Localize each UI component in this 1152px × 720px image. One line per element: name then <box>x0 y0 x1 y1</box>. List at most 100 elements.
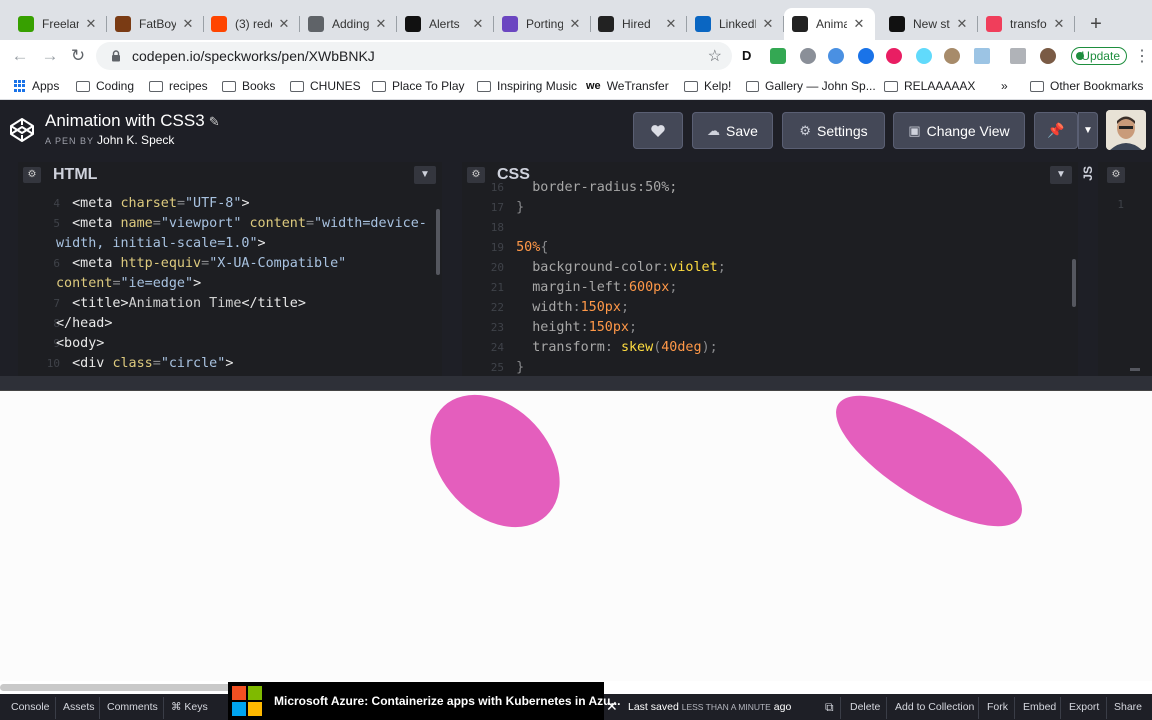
browser-menu-icon[interactable]: ⋮ <box>1134 46 1150 66</box>
update-button[interactable]: Update <box>1071 47 1127 65</box>
html-panel-dropdown[interactable]: ▼ <box>414 166 436 184</box>
bookmark-item[interactable]: RELAAAAAX <box>884 78 975 94</box>
result-preview[interactable] <box>0 391 1152 681</box>
html-settings-icon[interactable]: ⚙ <box>23 167 41 183</box>
close-tab-icon[interactable]: ✕ <box>851 16 867 32</box>
browser-tab[interactable]: LinkedIn ✕ <box>687 8 784 40</box>
back-icon[interactable]: ← <box>8 44 32 68</box>
bookmark-item[interactable]: Place To Play <box>372 78 465 94</box>
close-tab-icon[interactable]: ✕ <box>954 16 970 32</box>
reload-icon[interactable]: ↻ <box>66 44 90 68</box>
code-line[interactable]: width:150px; <box>500 298 629 318</box>
close-ad-icon[interactable]: ✕ <box>606 698 618 715</box>
settings-button[interactable]: ⚙ Settings <box>782 112 885 149</box>
code-line[interactable]: content="ie=edge"> <box>56 274 201 294</box>
bookmark-item[interactable]: Gallery — John Sp... <box>746 78 876 94</box>
bookmark-item[interactable]: Kelp! <box>684 78 731 94</box>
delete-button[interactable]: Delete <box>850 699 880 716</box>
bookmark-star-icon[interactable]: ☆ <box>708 46 722 66</box>
save-button[interactable]: ☁ Save <box>692 112 773 149</box>
editor-resize-bar[interactable] <box>0 376 1152 391</box>
codepen-logo-icon[interactable] <box>8 116 36 144</box>
browser-tab[interactable]: Animati ✕ <box>784 8 875 40</box>
bookmark-item[interactable]: Other Bookmarks <box>1030 78 1143 94</box>
code-line[interactable]: <meta http-equiv="X-UA-Compatible" <box>56 254 346 274</box>
bookmark-item[interactable]: Apps <box>14 78 59 94</box>
export-button[interactable]: Export <box>1069 699 1099 716</box>
css-scrollbar[interactable] <box>1072 259 1076 307</box>
profile-avatar[interactable] <box>1040 48 1056 64</box>
bookmark-item[interactable]: » <box>1001 78 1008 94</box>
close-tab-icon[interactable]: ✕ <box>1051 16 1067 32</box>
console-button[interactable]: Console <box>11 699 50 716</box>
code-line[interactable]: transform: skew(40deg); <box>500 338 717 358</box>
browser-tab[interactable]: Hired ✕ <box>590 8 687 40</box>
code-line[interactable]: } <box>500 358 524 376</box>
change-view-button[interactable]: ▣ Change View <box>893 112 1025 149</box>
close-tab-icon[interactable]: ✕ <box>567 16 583 32</box>
bookmark-item[interactable]: we WeTransfer <box>586 78 669 94</box>
bookmark-item[interactable]: CHUNES <box>290 78 361 94</box>
browser-tab[interactable]: Freelanc ✕ <box>10 8 107 40</box>
code-line[interactable]: height:150px; <box>500 318 637 338</box>
browser-tab[interactable]: FatBoy ✕ <box>107 8 204 40</box>
address-bar[interactable]: codepen.io/speckworks/pen/XWbBNKJ ☆ <box>96 42 732 70</box>
js-resize-handle[interactable] <box>1130 368 1140 371</box>
edit-pencil-icon[interactable]: ✎ <box>209 114 220 129</box>
pin-dropdown-button[interactable]: ▼ <box>1078 112 1098 149</box>
close-tab-icon[interactable]: ✕ <box>276 16 292 32</box>
extension-icon[interactable] <box>974 48 990 64</box>
fork-button[interactable]: Fork <box>987 699 1008 716</box>
close-tab-icon[interactable]: ✕ <box>760 16 776 32</box>
close-tab-icon[interactable]: ✕ <box>83 16 99 32</box>
extension-icon[interactable] <box>944 48 960 64</box>
bookmark-item[interactable]: Inspiring Music <box>477 78 577 94</box>
code-line[interactable]: } <box>500 198 524 218</box>
close-tab-icon[interactable]: ✕ <box>663 16 679 32</box>
keys-button[interactable]: ⌘ Keys <box>171 699 208 716</box>
ad-text[interactable]: Microsoft Azure: Containerize apps with … <box>274 694 620 708</box>
js-collapsed-bar[interactable]: JS <box>1078 162 1098 376</box>
extension-icon[interactable] <box>800 48 816 64</box>
love-button[interactable] <box>633 112 683 149</box>
code-line[interactable]: <meta charset="UTF-8"> <box>56 194 249 214</box>
code-line[interactable]: </head> <box>56 314 112 334</box>
js-settings-icon[interactable]: ⚙ <box>1107 167 1125 183</box>
code-line[interactable]: <div class="circle"> <box>56 354 233 374</box>
browser-tab[interactable]: (3) redd ✕ <box>203 8 300 40</box>
code-line[interactable]: 50%{ <box>500 238 548 258</box>
dashlane-extension-icon[interactable]: D <box>742 48 758 64</box>
comments-button[interactable]: Comments <box>107 699 158 716</box>
browser-tab[interactable]: Adding ✕ <box>300 8 397 40</box>
react-devtools-icon[interactable] <box>916 48 932 64</box>
close-tab-icon[interactable]: ✕ <box>180 16 196 32</box>
html-scrollbar[interactable] <box>436 209 440 275</box>
code-line[interactable]: margin-left:600px; <box>500 278 677 298</box>
bookmark-item[interactable]: Books <box>222 78 275 94</box>
extension-icon[interactable] <box>858 48 874 64</box>
user-avatar[interactable] <box>1106 110 1146 150</box>
open-external-icon[interactable]: ⧉ <box>825 699 834 716</box>
code-line[interactable]: border-radius:50%; <box>500 178 677 198</box>
code-line[interactable]: <body> <box>56 334 104 354</box>
css-panel-dropdown[interactable]: ▼ <box>1050 166 1072 184</box>
js-editor-panel[interactable]: ⚙ 1 <box>1098 162 1152 376</box>
extension-icon[interactable] <box>886 48 902 64</box>
pin-button[interactable]: 📌 <box>1034 112 1078 149</box>
pen-title[interactable]: Animation with CSS3 ✎ <box>45 111 220 131</box>
close-tab-icon[interactable]: ✕ <box>373 16 389 32</box>
bookmark-item[interactable]: Coding <box>76 78 134 94</box>
code-line[interactable]: background-color:violet; <box>500 258 726 278</box>
author-link[interactable]: John K. Speck <box>97 133 174 147</box>
extension-icon[interactable] <box>770 48 786 64</box>
css-editor-panel[interactable]: ⚙ CSS ▼ 16 border-radius:50%; 17 } 18 19 50… <box>462 162 1078 376</box>
browser-tab[interactable]: New st ✕ <box>881 8 978 40</box>
forward-icon[interactable]: → <box>38 44 62 68</box>
close-tab-icon[interactable]: ✕ <box>470 16 486 32</box>
browser-tab[interactable]: Alerts ✕ <box>397 8 494 40</box>
extension-icon[interactable] <box>1010 48 1026 64</box>
new-tab-button[interactable]: + <box>1084 12 1108 36</box>
add-to-collection-button[interactable]: Add to Collection <box>895 699 974 716</box>
browser-tab[interactable]: transfo ✕ <box>978 8 1075 40</box>
share-button[interactable]: Share <box>1114 699 1142 716</box>
